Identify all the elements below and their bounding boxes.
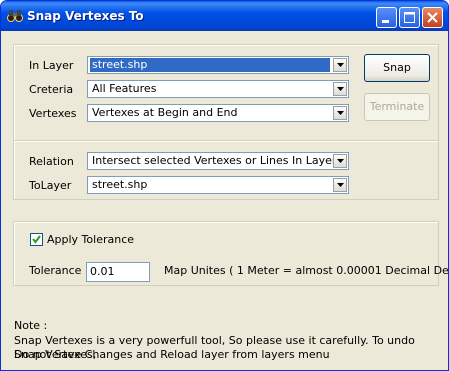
relation-combo[interactable]: Intersect selected Vertexes or Lines In …	[87, 152, 349, 170]
chevron-down-icon[interactable]	[333, 58, 347, 72]
chevron-down-icon[interactable]	[333, 106, 347, 120]
vertexes-combo[interactable]: Vertexes at Begin and End	[87, 104, 349, 122]
units-text: Map Unites ( 1 Meter = almost 0.00001 De…	[164, 264, 449, 277]
vertexes-value: Vertexes at Begin and End	[92, 106, 238, 119]
note-heading: Note :	[14, 319, 48, 332]
creteria-value: All Features	[92, 82, 157, 95]
to-layer-label: ToLayer	[29, 179, 72, 192]
snap-button[interactable]: Snap	[364, 54, 430, 82]
note-line-2: Do not Save Changes and Reload layer fro…	[14, 348, 330, 361]
close-icon	[427, 12, 438, 23]
relation-label: Relation	[29, 155, 74, 168]
apply-tolerance-checkbox[interactable]	[30, 233, 43, 246]
creteria-combo[interactable]: All Features	[87, 80, 349, 98]
minimize-icon	[382, 20, 389, 23]
terminate-button[interactable]: Terminate	[364, 93, 430, 121]
to-layer-value: street.shp	[92, 178, 148, 191]
in-layer-value: street.shp	[90, 58, 330, 72]
dialog-body: In Layer street.shp Creteria All Feature…	[4, 31, 448, 367]
title-bar[interactable]: Snap Vertexes To	[1, 1, 448, 31]
tolerance-value: 0.01	[90, 265, 115, 278]
vertexes-label: Vertexes	[29, 107, 77, 120]
in-layer-combo[interactable]: street.shp	[87, 56, 349, 74]
chevron-down-icon[interactable]	[333, 82, 347, 96]
snap-vertexes-dialog: Snap Vertexes To In Layer street.shp Cre…	[0, 0, 449, 371]
window-title: Snap Vertexes To	[27, 9, 144, 23]
tolerance-input[interactable]: 0.01	[86, 262, 150, 282]
tolerance-label: Tolerance	[29, 264, 82, 277]
minimize-button[interactable]	[376, 7, 397, 28]
creteria-label: Creteria	[29, 83, 74, 96]
maximize-icon	[404, 12, 415, 23]
in-layer-label: In Layer	[29, 59, 74, 72]
relation-value: Intersect selected Vertexes or Lines In …	[92, 154, 337, 167]
to-layer-combo[interactable]: street.shp	[87, 176, 349, 194]
maximize-button[interactable]	[399, 7, 420, 28]
chevron-down-icon[interactable]	[333, 178, 347, 192]
chevron-down-icon[interactable]	[333, 154, 347, 168]
apply-tolerance-label[interactable]: Apply Tolerance	[47, 233, 134, 246]
checkmark-icon	[32, 235, 41, 244]
close-button[interactable]	[422, 7, 443, 28]
binoculars-icon	[7, 10, 23, 22]
